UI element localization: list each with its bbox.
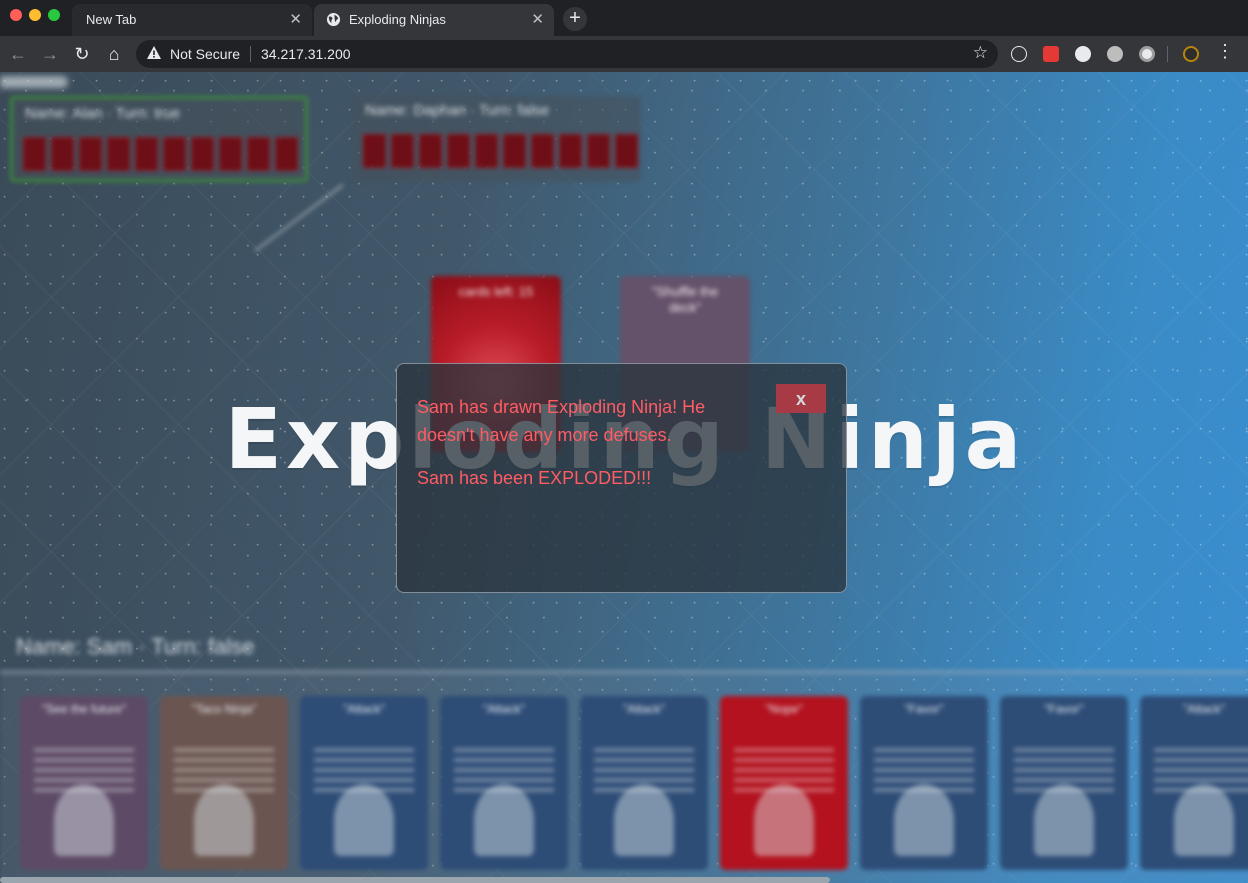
tab-title: New Tab <box>86 12 137 27</box>
react-devtools-icon[interactable] <box>1011 46 1027 62</box>
card-back <box>163 137 186 171</box>
horizontal-scrollbar[interactable] <box>0 877 1248 883</box>
card-back <box>475 134 498 168</box>
top-indicator <box>0 76 68 88</box>
card-back <box>531 134 554 168</box>
card-back <box>615 134 638 168</box>
discard-label: "Shuffle the deck" <box>651 284 719 315</box>
hand-card-label: "Favor" <box>904 702 944 716</box>
reload-icon[interactable]: ↻ <box>70 42 94 66</box>
card-back <box>363 134 386 168</box>
shooting-star <box>254 184 344 252</box>
home-icon[interactable]: ⌂ <box>102 42 126 66</box>
forward-icon[interactable]: → <box>38 42 62 66</box>
ninja-figure-icon <box>614 784 674 856</box>
hand-card-label: "Attack" <box>343 702 385 716</box>
hand-card-label: "Attack" <box>623 702 665 716</box>
hand-card[interactable]: "Attack" <box>440 696 568 870</box>
tab-strip: New Tab ✕ Exploding Ninjas ✕ + <box>0 0 1248 36</box>
warning-icon[interactable] <box>146 45 162 61</box>
card-back <box>51 137 74 171</box>
hand-card[interactable]: "Favor" <box>1000 696 1128 870</box>
close-window-button[interactable] <box>10 9 22 21</box>
url-text[interactable]: 34.217.31.200 <box>261 46 351 62</box>
hand-card[interactable]: "See the future" <box>20 696 148 870</box>
card-back <box>23 137 46 171</box>
ninja-figure-icon <box>894 784 954 856</box>
card-back <box>391 134 414 168</box>
card-back <box>219 137 242 171</box>
hand-card-label: "Attack" <box>1183 702 1225 716</box>
back-icon[interactable]: ← <box>6 42 30 66</box>
card-back <box>107 137 130 171</box>
card-back <box>447 134 470 168</box>
hand-card-label: "Nope" <box>765 702 803 716</box>
card-back <box>503 134 526 168</box>
extension-circle-icon[interactable] <box>1139 46 1155 62</box>
globe-icon <box>326 12 341 27</box>
address-bar[interactable]: Not Secure 34.217.31.200 ☆ <box>136 40 998 68</box>
close-icon[interactable]: ✕ <box>289 10 302 28</box>
divider <box>250 46 251 62</box>
card-back <box>247 137 270 171</box>
extension-gold-icon[interactable] <box>1183 46 1199 62</box>
cards-left-label: cards left: 15 <box>458 284 534 299</box>
hand-owner-label: Name: Sam · Turn: false <box>16 634 255 659</box>
ninja-figure-icon <box>1174 784 1234 856</box>
player-name: Name: Alan · Turn: true <box>25 105 181 122</box>
close-icon[interactable]: ✕ <box>531 10 544 28</box>
player-panel-active: Name: Alan · Turn: true <box>10 96 308 182</box>
new-tab-button[interactable]: + <box>563 7 587 31</box>
minimize-window-button[interactable] <box>29 9 41 21</box>
tab-title: Exploding Ninjas <box>349 12 446 27</box>
player-card-backs <box>363 134 638 168</box>
exploded-message: Sam has been EXPLODED!!! <box>417 468 652 488</box>
card-back <box>79 137 102 171</box>
ninja-figure-icon <box>334 784 394 856</box>
hand-card[interactable]: "Attack" <box>300 696 428 870</box>
ninja-figure-icon <box>194 784 254 856</box>
player-name: Name: Daphan · Turn: false <box>365 102 550 119</box>
hand-card[interactable]: "Nope" <box>720 696 848 870</box>
hand-card-label: "Favor" <box>1044 702 1084 716</box>
hand-card[interactable]: "Attack" <box>580 696 708 870</box>
tab-exploding-ninjas[interactable]: Exploding Ninjas ✕ <box>314 4 554 36</box>
close-button[interactable]: x <box>776 384 826 413</box>
star-icon[interactable]: ☆ <box>973 43 988 63</box>
hand-card-label: "Taco Ninja" <box>191 702 257 716</box>
card-back <box>191 137 214 171</box>
divider <box>1167 46 1168 62</box>
card-back <box>419 134 442 168</box>
explosion-modal: x Sam has drawn Exploding Ninja! He does… <box>396 363 847 593</box>
zoom-window-button[interactable] <box>48 9 60 21</box>
tab-new-tab[interactable]: New Tab ✕ <box>72 4 312 36</box>
card-back <box>275 137 298 171</box>
card-back <box>587 134 610 168</box>
extension-s-icon[interactable] <box>1107 46 1123 62</box>
browser-toolbar: ← → ↻ ⌂ Not Secure 34.217.31.200 ☆ ⋮ <box>0 36 1248 72</box>
hand-card[interactable]: "Favor" <box>860 696 988 870</box>
card-back <box>559 134 582 168</box>
extension-red-icon[interactable] <box>1043 46 1059 62</box>
scrollbar-thumb[interactable] <box>0 877 830 883</box>
ninja-figure-icon <box>1034 784 1094 856</box>
extension-c-icon[interactable] <box>1075 46 1091 62</box>
security-label[interactable]: Not Secure <box>170 46 240 62</box>
hand-card[interactable]: "Attack" <box>1140 696 1248 870</box>
ninja-figure-icon <box>54 784 114 856</box>
ninja-figure-icon <box>474 784 534 856</box>
ninja-figure-icon <box>754 784 814 856</box>
hand-card-label: "Attack" <box>483 702 525 716</box>
menu-icon[interactable]: ⋮ <box>1216 41 1234 62</box>
player-panel: Name: Daphan · Turn: false <box>353 96 641 182</box>
hand-card-label: "See the future" <box>42 702 126 716</box>
player-card-backs <box>23 137 298 171</box>
hand-card[interactable]: "Taco Ninja" <box>160 696 288 870</box>
card-back <box>135 137 158 171</box>
draw-message: Sam has drawn Exploding Ninja! He doesn'… <box>417 397 706 445</box>
